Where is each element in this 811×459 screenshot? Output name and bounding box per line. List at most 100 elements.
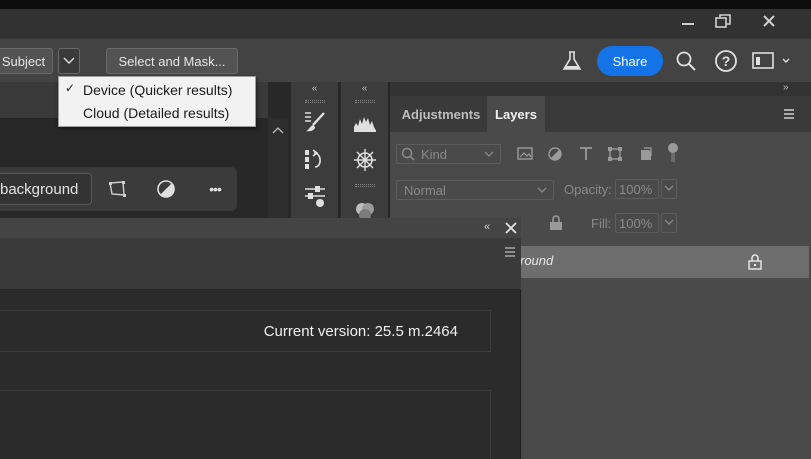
menu-item-cloud-label: Cloud (Detailed results): [83, 104, 230, 121]
filter-adjustment-button[interactable]: [547, 146, 565, 162]
navigator-button[interactable]: [351, 146, 379, 174]
menu-item-device-label: Device (Quicker results): [83, 81, 233, 98]
checkmark-icon: ✓: [65, 81, 76, 95]
collapse-panels-button[interactable]: »: [783, 82, 789, 93]
minimize-button[interactable]: [671, 10, 705, 32]
hamburger-menu-icon: [505, 247, 515, 257]
strip-2-grip-lower[interactable]: [355, 184, 375, 187]
history-button[interactable]: [301, 146, 329, 174]
panel-tabs: Adjustments Layers: [390, 96, 811, 132]
tool-strip-1: «: [290, 82, 338, 222]
search-icon: [676, 51, 696, 71]
opacity-value: 100%: [619, 181, 653, 197]
shape-icon: [608, 147, 622, 161]
dialog-collapse-button[interactable]: «: [484, 221, 490, 233]
brush-settings-button[interactable]: [301, 108, 329, 136]
background-label: background: [0, 180, 79, 198]
opacity-dropdown[interactable]: [661, 179, 677, 199]
subject-mode-menu: ✓ Device (Quicker results) Cloud (Detail…: [58, 76, 256, 127]
adjustment-button[interactable]: [156, 179, 176, 199]
version-info-box: Current version: 25.5 m.2464: [0, 310, 491, 352]
collapse-label-2: «: [361, 83, 368, 94]
properties-button[interactable]: [301, 182, 329, 210]
layer-row-background[interactable]: round: [520, 246, 809, 278]
tab-adjustments[interactable]: Adjustments: [395, 96, 487, 132]
history-icon: [305, 149, 321, 169]
workspace-switcher[interactable]: [751, 51, 791, 71]
adjustment-circle-icon: [548, 147, 562, 161]
select-subject-button[interactable]: Subject: [0, 48, 53, 74]
help-button[interactable]: ?: [714, 49, 738, 73]
opacity-input[interactable]: 100%: [615, 179, 659, 199]
menu-item-device[interactable]: ✓ Device (Quicker results): [59, 78, 255, 101]
flask-icon: [562, 51, 582, 70]
fill-dropdown[interactable]: [661, 213, 677, 233]
filter-pixel-button[interactable]: [517, 146, 535, 162]
filter-toggle[interactable]: [667, 142, 679, 164]
fill-input[interactable]: 100%: [615, 213, 659, 233]
collapse-strip-button[interactable]: «: [291, 82, 338, 96]
chevron-down-icon: [664, 219, 674, 225]
image-icon: [517, 147, 533, 160]
type-t-icon: [580, 147, 592, 160]
chevron-down-icon: [664, 185, 674, 191]
minimize-icon: [682, 23, 694, 25]
filter-kind-label: Kind: [421, 146, 448, 162]
menu-item-cloud[interactable]: Cloud (Detailed results): [59, 101, 255, 124]
canvas-scrollbar[interactable]: [268, 118, 288, 218]
more-options-label: •••: [209, 181, 222, 197]
lock-icon: [748, 254, 762, 270]
chevron-down-icon: [63, 57, 75, 64]
labs-button[interactable]: [560, 49, 584, 73]
panel-menu-button[interactable]: [783, 108, 795, 120]
dialog-menu-button[interactable]: [504, 246, 516, 258]
strip-2-grip[interactable]: [355, 100, 375, 103]
fill-label: Fill:: [591, 216, 612, 231]
strip-grip[interactable]: [305, 100, 325, 103]
transform-icon: [109, 181, 126, 197]
chevron-down-icon: [484, 151, 494, 157]
blend-mode-label: Normal: [404, 182, 446, 198]
dialog-close-button[interactable]: [505, 222, 517, 234]
svg-text:?: ?: [722, 53, 731, 69]
dialog-title-bar[interactable]: «: [0, 218, 521, 238]
tool-strip-2: «: [340, 82, 388, 222]
collapse-strip-2-button[interactable]: «: [341, 82, 388, 96]
navigator-wheel-icon: [354, 149, 376, 171]
top-strip: [0, 0, 811, 9]
tab-layers[interactable]: Layers: [487, 96, 545, 132]
histogram-button[interactable]: [351, 108, 379, 136]
subject-mode-dropdown[interactable]: [58, 48, 80, 74]
search-icon: [401, 147, 415, 161]
chevron-up-icon: [272, 127, 284, 134]
current-version-text: Current version: 25.5 m.2464: [263, 322, 458, 340]
close-window-button[interactable]: [752, 10, 786, 32]
panel-dock-header: »: [390, 82, 811, 96]
fill-value: 100%: [619, 215, 653, 231]
lock-all-button[interactable]: [549, 215, 563, 231]
restore-button[interactable]: [706, 10, 740, 32]
properties-sliders-icon: [305, 186, 325, 207]
details-box: [0, 390, 491, 459]
help-icon: ?: [715, 50, 737, 72]
opacity-label: Opacity:: [564, 182, 612, 197]
select-and-mask-button[interactable]: Select and Mask...: [106, 48, 238, 74]
blend-mode-select[interactable]: Normal: [396, 180, 554, 200]
filter-smart-object-button[interactable]: [638, 146, 654, 162]
close-icon: [763, 15, 775, 27]
share-button[interactable]: Share: [597, 46, 663, 76]
transform-button[interactable]: [107, 179, 127, 199]
histogram-icon: [354, 117, 376, 132]
smart-object-icon: [641, 147, 652, 160]
filter-type-button[interactable]: [578, 146, 594, 162]
adjustment-circle-icon: [157, 180, 175, 198]
share-label: Share: [612, 53, 648, 69]
more-options-button[interactable]: •••: [202, 177, 228, 201]
filter-shape-button[interactable]: [607, 146, 623, 162]
layer-filter-kind[interactable]: Kind: [396, 144, 501, 164]
contextual-task-bar: background •••: [0, 167, 237, 211]
chevron-down-icon: [537, 187, 547, 193]
search-button[interactable]: [675, 50, 697, 72]
remove-background-button[interactable]: background: [0, 173, 92, 205]
brush-icon: [305, 112, 325, 132]
